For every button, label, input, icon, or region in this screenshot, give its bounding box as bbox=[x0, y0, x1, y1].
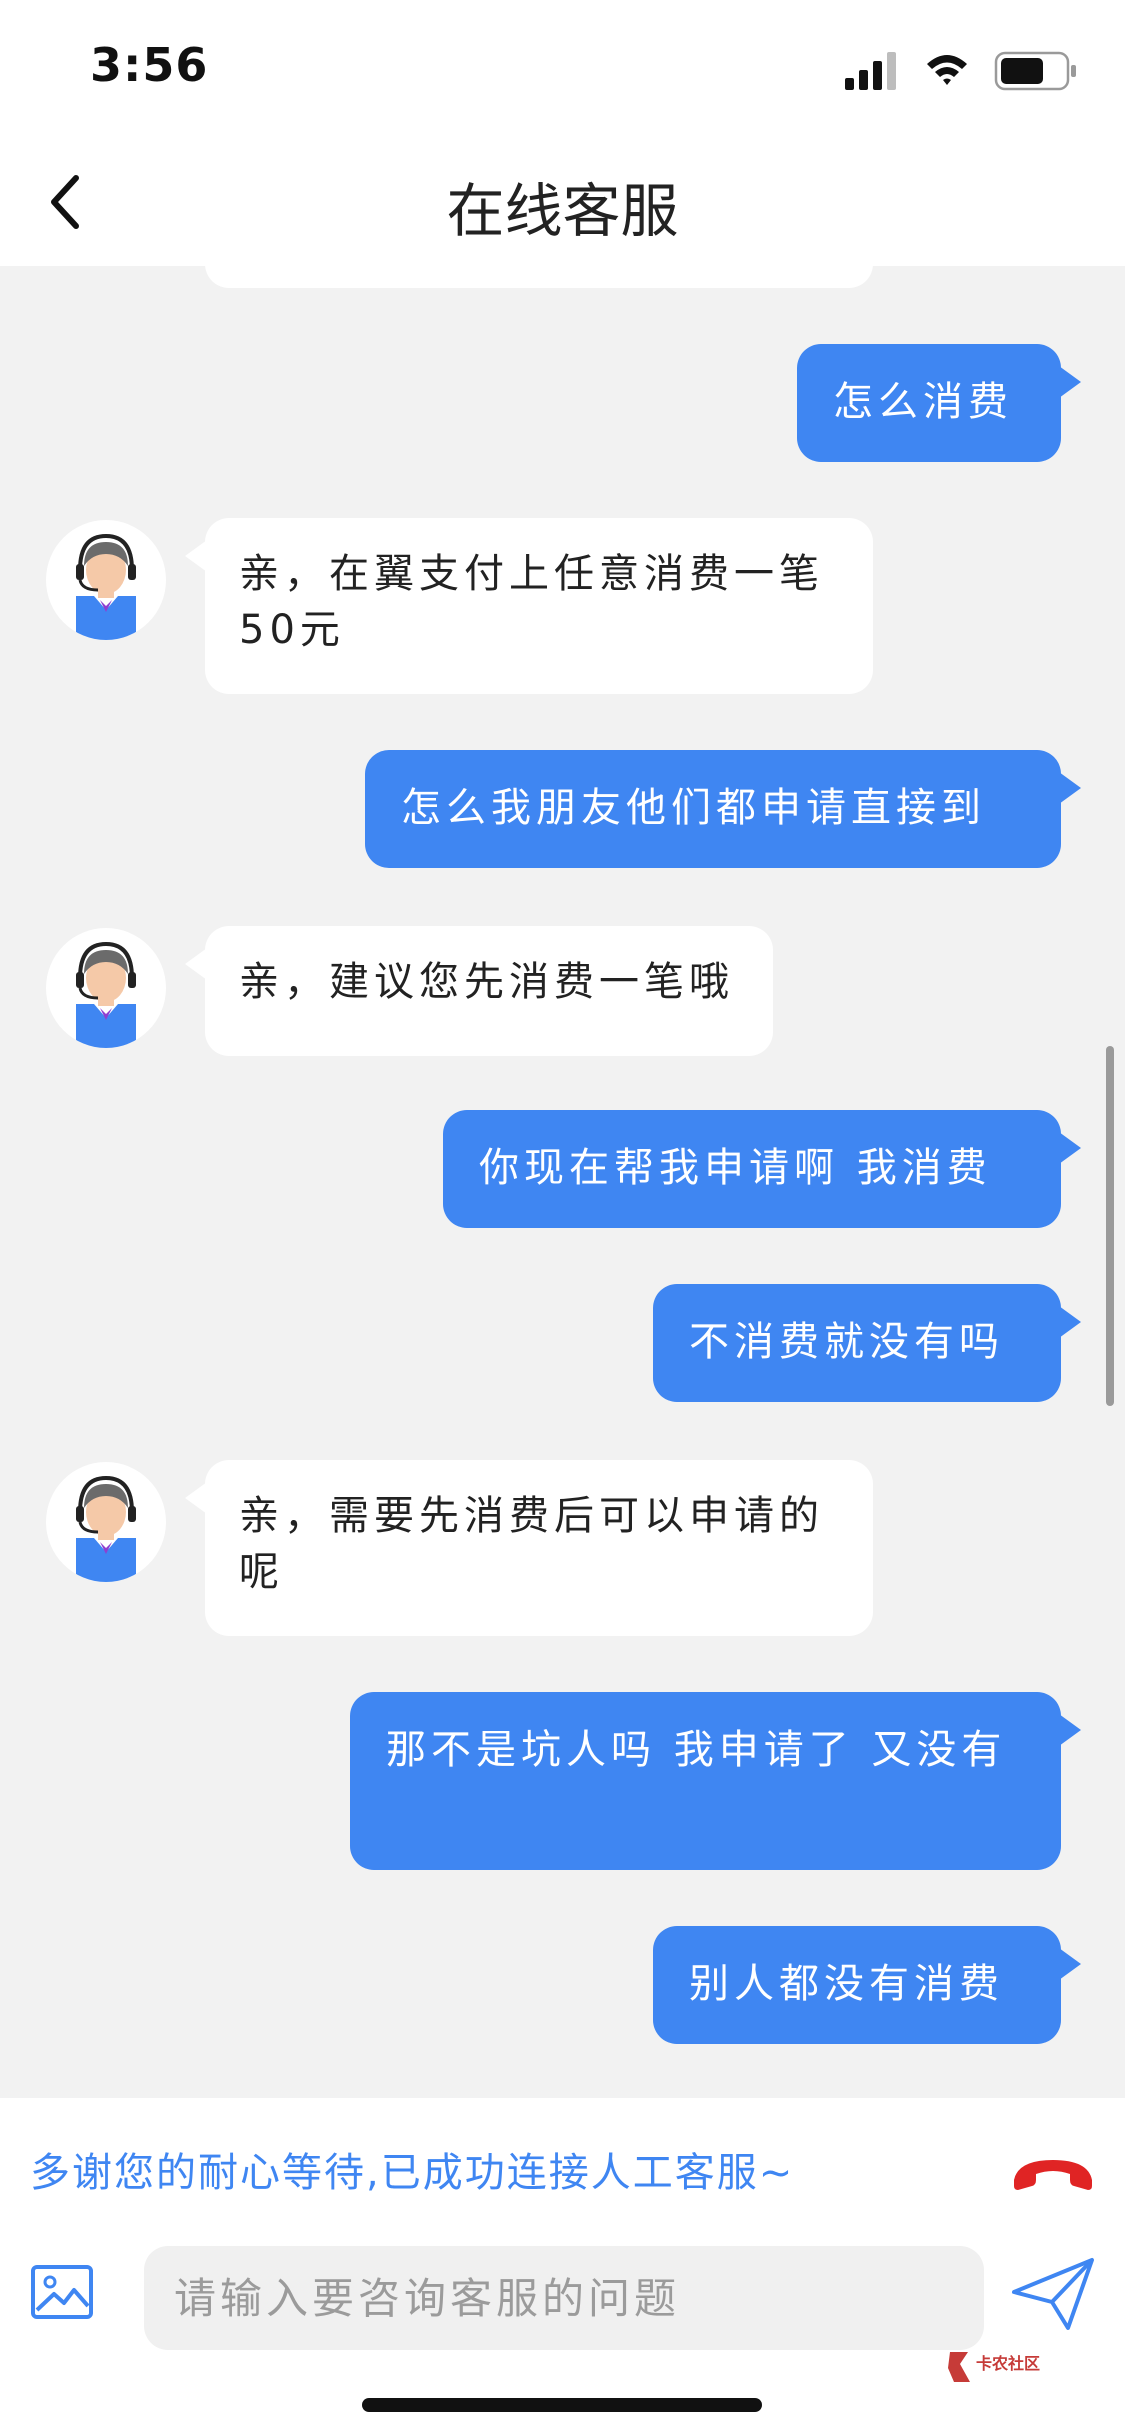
customer-service-agent-avatar bbox=[46, 928, 166, 1048]
watermark-logo bbox=[948, 2352, 970, 2382]
agent-message-bubble: 亲，需要先消费后可以申请的呢 bbox=[185, 1460, 873, 1636]
user-message-bubble: 那不是坑人吗 我申请了 又没有 bbox=[350, 1692, 1081, 1870]
wifi-icon bbox=[927, 55, 967, 85]
home-indicator[interactable] bbox=[362, 2398, 762, 2412]
status-time: 3:56 bbox=[90, 38, 209, 92]
nav-bar: 在线客服 bbox=[0, 140, 1125, 266]
bottom-panel: 多谢您的耐心等待,已成功连接人工客服~ 卡农社区 bbox=[0, 2098, 1125, 2436]
user-message-bubble: 别人都没有消费 bbox=[653, 1926, 1081, 2044]
watermark-text: 卡农社区 bbox=[976, 2354, 1041, 2373]
previous-message-bubble bbox=[205, 266, 873, 288]
status-bar: 3:56 bbox=[0, 0, 1125, 140]
chat-area[interactable]: 怎么消费 亲，在翼支付上任意消费一笔50元 怎么我朋友他们都申请直接到 亲，建议… bbox=[0, 266, 1125, 2098]
signal-icon bbox=[845, 52, 896, 90]
connection-notice: 多谢您的耐心等待,已成功连接人工客服~ bbox=[30, 2150, 795, 2196]
page-title: 在线客服 bbox=[446, 177, 679, 245]
send-icon[interactable] bbox=[1010, 2256, 1096, 2332]
user-message-bubble: 不消费就没有吗 bbox=[653, 1284, 1081, 1402]
user-message-bubble: 怎么消费 bbox=[797, 344, 1081, 462]
customer-service-agent-avatar bbox=[46, 1462, 166, 1582]
user-message-bubble: 你现在帮我申请啊 我消费 bbox=[443, 1110, 1081, 1228]
customer-service-agent-avatar bbox=[46, 520, 166, 640]
agent-message-bubble: 亲，建议您先消费一笔哦 bbox=[185, 926, 773, 1056]
phone-hangup-icon[interactable] bbox=[1008, 2150, 1098, 2194]
user-message-bubble: 怎么我朋友他们都申请直接到 bbox=[365, 750, 1081, 868]
chat-scrollbar[interactable] bbox=[1106, 1046, 1114, 1406]
agent-message-bubble: 亲，在翼支付上任意消费一笔50元 bbox=[185, 518, 873, 694]
image-icon[interactable] bbox=[30, 2264, 94, 2320]
battery-icon bbox=[994, 51, 1076, 91]
question-input[interactable] bbox=[144, 2246, 984, 2350]
watermark: 卡农社区 bbox=[946, 2350, 1066, 2390]
status-icons bbox=[845, 51, 1076, 91]
